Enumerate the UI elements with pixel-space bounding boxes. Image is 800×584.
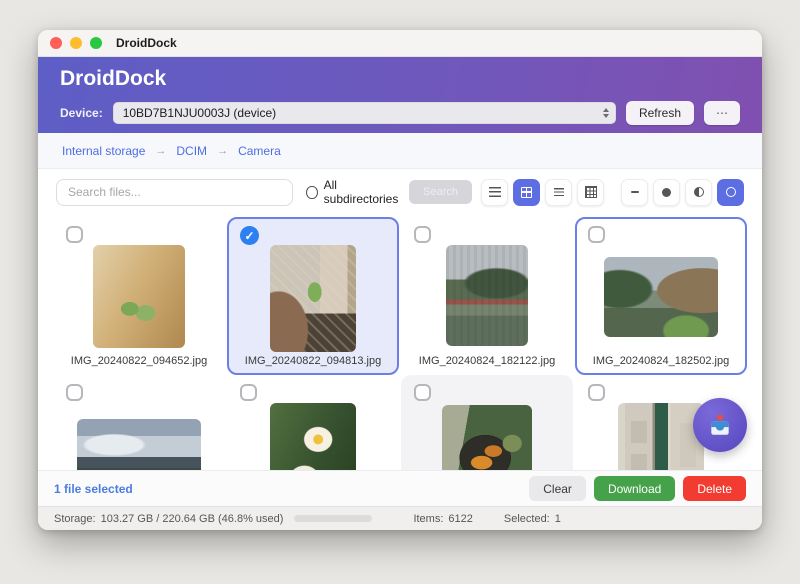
outline-circle-icon (726, 187, 736, 197)
close-button[interactable] (50, 37, 62, 49)
transfer-fab-button[interactable] (693, 398, 747, 452)
photo-thumbnail-hand-holding-sprout[interactable] (270, 245, 356, 352)
file-cell[interactable]: IMG_20240822_094652.jpg (53, 217, 225, 375)
view-grid-button[interactable] (513, 179, 540, 206)
file-grid: IMG_20240822_094652.jpg ✓ IMG_20240822_0… (38, 215, 762, 470)
photo-thumbnail-green-buds-on-table[interactable] (93, 245, 185, 348)
window-title: DroidDock (116, 36, 177, 50)
app-title: DroidDock (60, 67, 740, 91)
file-name: IMG_20240822_094813.jpg (245, 355, 381, 367)
select-stepper-icon (603, 108, 609, 118)
breadcrumb-camera[interactable]: Camera (238, 144, 281, 158)
file-checkbox[interactable] (66, 384, 83, 401)
half-circle-icon (694, 187, 704, 197)
breadcrumb-internal-storage[interactable]: Internal storage (62, 144, 145, 158)
file-cell[interactable]: ✓ IMG_20240822_094813.jpg (227, 217, 399, 375)
all-subdirectories-label: All subdirectories (324, 178, 401, 206)
all-subdirectories-checkbox[interactable] (306, 186, 317, 199)
view-compact-list-button[interactable] (545, 179, 572, 206)
app-window: DroidDock DroidDock Device: 10BD7B1NJU00… (38, 30, 762, 530)
device-label: Device: (60, 106, 103, 120)
file-name: IMG_20240822_094652.jpg (71, 355, 207, 367)
selection-count-text: 1 file selected (54, 482, 133, 496)
file-cell[interactable] (401, 375, 573, 470)
file-name: IMG_20240824_182122.jpg (419, 355, 555, 367)
traffic-lights (50, 37, 102, 49)
zoom-button[interactable] (90, 37, 102, 49)
filled-circle-icon (662, 188, 671, 197)
device-select-value: 10BD7B1NJU0003J (device) (123, 106, 276, 120)
file-name: IMG_20240824_182502.jpg (593, 355, 729, 367)
inbox-tray-icon (706, 412, 734, 438)
photo-thumbnail-pond-with-trees[interactable] (446, 245, 528, 346)
list-icon (489, 187, 501, 197)
grid-icon (521, 187, 532, 198)
file-cell[interactable] (227, 375, 399, 470)
view-dense-grid-button[interactable] (577, 179, 604, 206)
toolbar: All subdirectories Search (38, 169, 762, 215)
file-cell[interactable] (53, 375, 225, 470)
photo-thumbnail-river-valley[interactable] (77, 419, 201, 470)
file-checkbox[interactable] (240, 384, 257, 401)
storage-label: Storage: (54, 513, 96, 525)
breadcrumb-dcim[interactable]: DCIM (176, 144, 207, 158)
size-small-button[interactable] (621, 179, 648, 206)
file-cell[interactable]: IMG_20240824_182122.jpg (401, 217, 573, 375)
minimize-button[interactable] (70, 37, 82, 49)
file-cell[interactable]: IMG_20240824_182502.jpg (575, 217, 747, 375)
device-select[interactable]: 10BD7B1NJU0003J (device) (113, 102, 616, 124)
selected-value: 1 (555, 513, 561, 525)
items-value: 6122 (448, 513, 472, 525)
search-input[interactable] (56, 179, 293, 206)
thumb-size-group (621, 179, 744, 206)
clear-button[interactable]: Clear (529, 476, 586, 501)
file-checkbox[interactable] (414, 384, 431, 401)
photo-thumbnail-lake-and-hill[interactable] (604, 257, 718, 337)
titlebar: DroidDock (38, 30, 762, 57)
photo-thumbnail-frying-pan-fish[interactable] (442, 405, 532, 470)
storage-value: 103.27 GB / 220.64 GB (46.8% used) (101, 513, 284, 525)
desktop-background: DroidDock DroidDock Device: 10BD7B1NJU00… (0, 0, 800, 584)
selection-action-bar: 1 file selected Clear Download Delete (38, 470, 762, 506)
breadcrumb: Internal storage → DCIM → Camera (38, 133, 762, 169)
download-button[interactable]: Download (594, 476, 675, 501)
device-row: Device: 10BD7B1NJU0003J (device) Refresh… (60, 101, 740, 125)
file-checkbox-checked[interactable]: ✓ (240, 226, 259, 245)
storage-progress-bar (294, 515, 372, 522)
selected-label: Selected: (504, 513, 550, 525)
app-header: DroidDock Device: 10BD7B1NJU0003J (devic… (38, 57, 762, 133)
file-checkbox[interactable] (414, 226, 431, 243)
file-checkbox[interactable] (588, 226, 605, 243)
view-mode-group (481, 179, 604, 206)
file-checkbox[interactable] (66, 226, 83, 243)
view-list-button[interactable] (481, 179, 508, 206)
subdirectories-option: All subdirectories (306, 178, 400, 206)
delete-button[interactable]: Delete (683, 476, 746, 501)
photo-thumbnail-white-doors[interactable] (618, 403, 704, 470)
size-large-button[interactable] (685, 179, 712, 206)
search-button[interactable]: Search (409, 180, 472, 204)
compact-list-icon (554, 188, 564, 196)
dash-icon (631, 191, 639, 193)
items-label: Items: (413, 513, 443, 525)
size-original-button[interactable] (717, 179, 744, 206)
dense-grid-icon (585, 186, 597, 198)
more-options-button[interactable]: ⋯ (704, 101, 740, 125)
photo-thumbnail-plumeria-flowers[interactable] (270, 403, 356, 470)
breadcrumb-arrow-icon: → (217, 145, 228, 157)
file-checkbox[interactable] (588, 384, 605, 401)
refresh-button[interactable]: Refresh (626, 101, 694, 125)
breadcrumb-arrow-icon: → (155, 145, 166, 157)
selected-stat: Selected: 1 (504, 513, 561, 525)
status-bar: Storage: 103.27 GB / 220.64 GB (46.8% us… (38, 506, 762, 530)
size-medium-button[interactable] (653, 179, 680, 206)
items-stat: Items: 6122 (413, 513, 472, 525)
